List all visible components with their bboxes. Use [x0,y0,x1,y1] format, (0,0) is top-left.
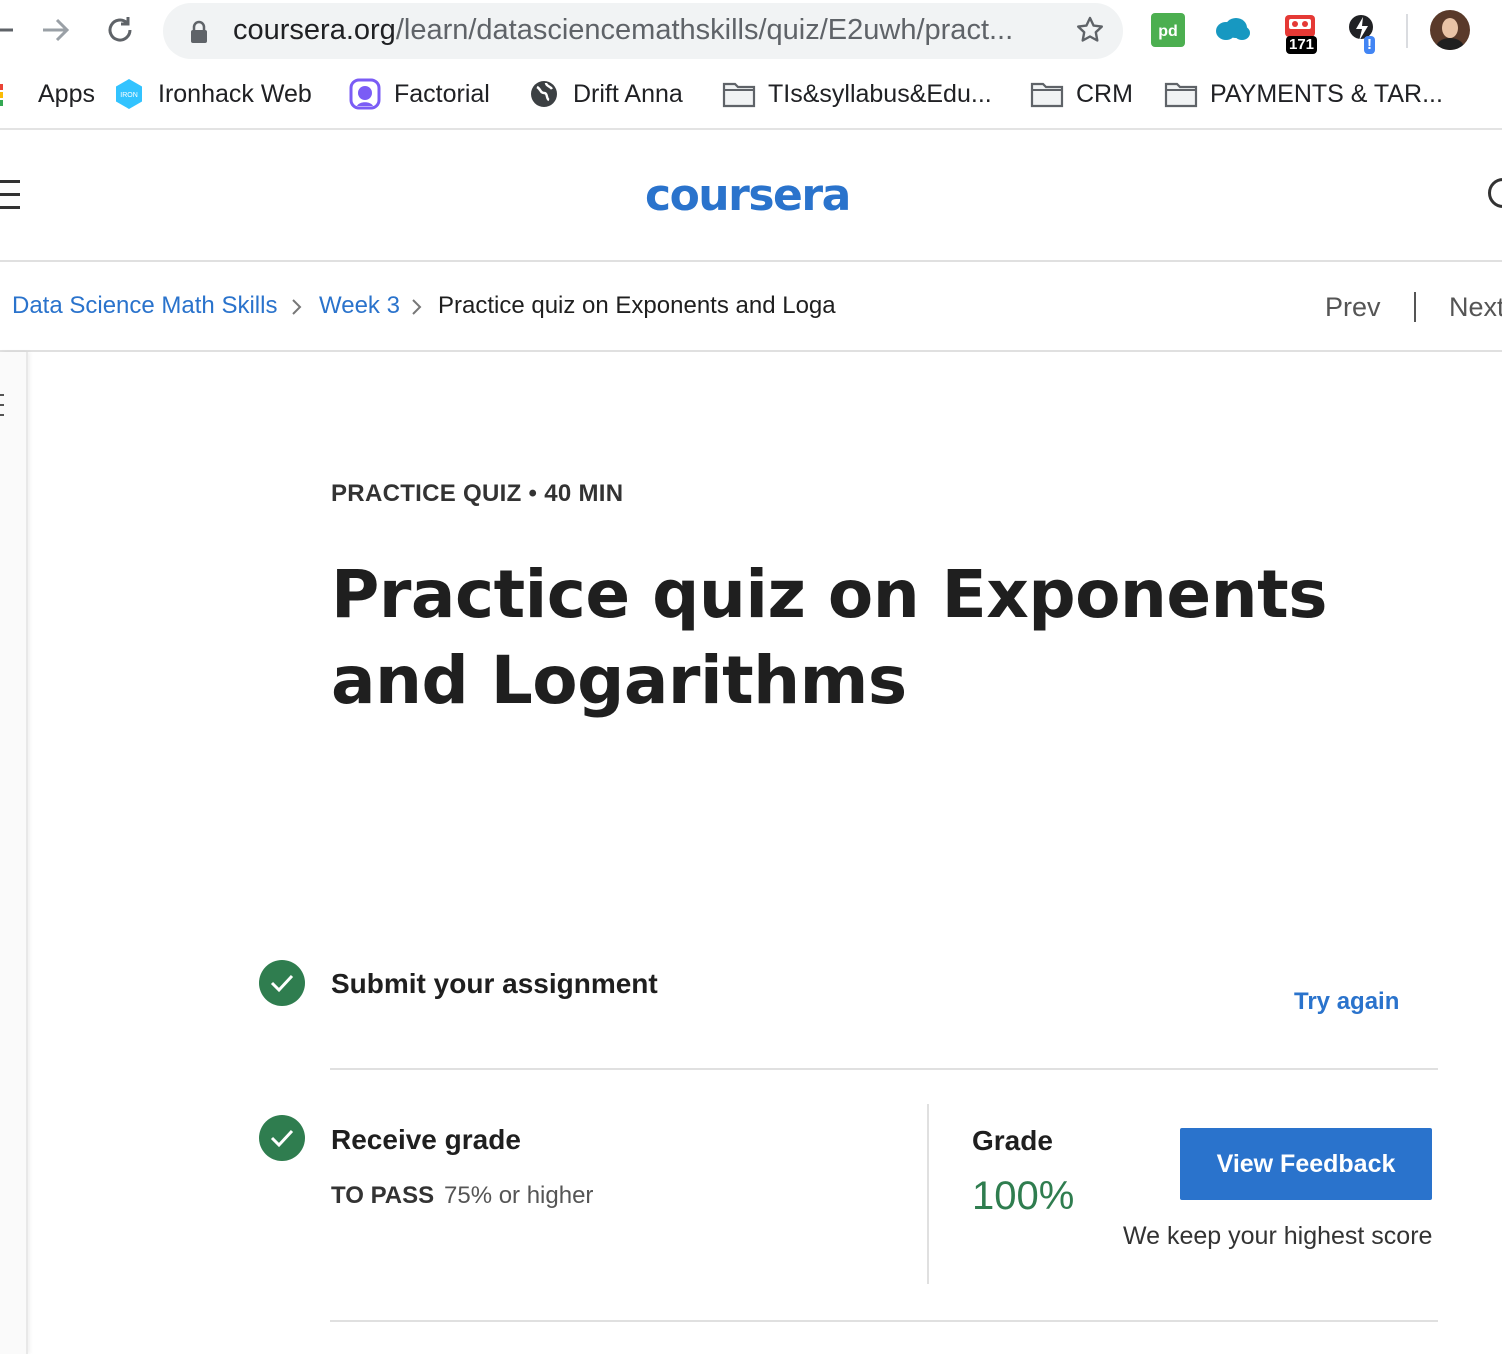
forward-arrow-icon [43,18,70,42]
side-panel-collapsed[interactable] [0,352,28,1354]
page-title: Practice quiz on Exponents and Logarithm… [331,556,1327,719]
grade-column-divider [927,1104,929,1284]
submit-step-title: Submit your assignment [331,968,658,999]
bookmark-label: Drift Anna [573,79,683,108]
grade-label: Grade [972,1125,1053,1156]
folder-icon [1164,77,1198,111]
alert-badge: ! [1364,36,1375,54]
bookmark-label: CRM [1076,79,1133,108]
bookmark-folder-crm[interactable]: CRM [1030,76,1133,112]
bookmark-ironhack-web[interactable]: IRON Ironhack Web [112,76,312,112]
next-link[interactable]: Next [1449,292,1502,323]
salesforce-cloud-icon [1216,18,1250,40]
quiz-meta: PRACTICE QUIZ • 40 MIN [331,480,624,507]
bookmark-factorial[interactable]: Factorial [348,76,490,112]
site-header: coursera [0,130,1502,260]
menu-hamburger-icon[interactable] [0,180,20,210]
bookmark-label: Factorial [394,79,490,108]
reload-button[interactable] [98,8,142,52]
svg-text:pd: pd [1158,23,1178,40]
zap-extension[interactable]: ! [1344,12,1380,54]
pandadoc-icon: pd [1151,13,1185,47]
ironhack-icon: IRON [112,77,146,111]
lock-icon [191,20,207,43]
prev-next-divider [1414,292,1416,322]
bookmark-star-icon[interactable] [1075,15,1105,45]
breadcrumb-course[interactable]: Data Science Math Skills [12,292,277,320]
url-text: coursera.org/learn/datasciencemathskills… [233,14,1043,47]
bookmark-apps[interactable]: Apps [0,76,95,112]
profile-avatar[interactable] [1430,10,1470,50]
chevron-right-icon [412,299,422,315]
browser-toolbar: coursera.org/learn/datasciencemathskills… [0,0,1502,62]
view-feedback-button[interactable]: View Feedback [1180,1128,1432,1200]
check-circle-icon [259,960,305,1006]
factorial-icon [348,77,382,111]
mail-tracker-extension[interactable]: 171 [1282,12,1318,54]
breadcrumb-week[interactable]: Week 3 [319,292,400,320]
svg-text:IRON: IRON [120,92,138,99]
section-divider [330,1320,1438,1322]
grade-step-title: Receive grade [331,1124,521,1155]
pandadoc-extension[interactable]: pd [1150,12,1186,48]
breadcrumb-current: Practice quiz on Exponents and Loga [438,292,836,319]
bookmark-folder-payments[interactable]: PAYMENTS & TAR... [1164,76,1443,112]
bookmark-label: Apps [38,79,95,108]
folder-icon [722,77,756,111]
breadcrumb: Data Science Math Skills Week 3 Practice… [0,262,1502,350]
search-icon[interactable] [1488,178,1502,208]
bookmark-drift-anna[interactable]: Drift Anna [527,76,683,112]
apps-grid-icon [0,77,26,111]
bookmark-label: TIs&syllabus&Edu... [768,79,992,108]
back-arrow-icon [0,21,13,39]
side-panel-toggle-icon[interactable] [0,394,4,418]
highest-score-note: We keep your highest score [1123,1222,1433,1250]
logo-text: coursera [645,170,850,221]
salesforce-extension[interactable] [1214,12,1250,48]
back-button[interactable] [0,8,22,52]
breadcrumb-divider [0,350,1502,352]
url-domain: coursera.org [233,14,396,46]
url-path: /learn/datasciencemathskills/quiz/E2uwh/… [395,14,1014,46]
section-divider [330,1068,1438,1070]
prev-link[interactable]: Prev [1325,292,1381,323]
chevron-right-icon [292,299,302,315]
reload-icon [108,17,132,42]
address-bar[interactable]: coursera.org/learn/datasciencemathskills… [163,3,1123,59]
check-circle-icon [259,1115,305,1161]
bookmarks-bar: Apps IRON Ironhack Web Factorial Drift A… [0,62,1502,128]
bookmark-label: PAYMENTS & TAR... [1210,79,1443,108]
bookmark-label: Ironhack Web [158,79,312,108]
folder-icon [1030,77,1064,111]
toolbar-separator [1406,14,1408,48]
try-again-link[interactable]: Try again [1294,988,1399,1016]
grade-value: 100% [972,1174,1075,1218]
to-pass-value: 75% or higher [444,1182,594,1209]
forward-button[interactable] [34,8,78,52]
globe-icon [527,77,561,111]
to-pass-label: TO PASS [331,1182,435,1209]
unread-count-badge: 171 [1286,36,1318,54]
bookmark-folder-tis-syllabus[interactable]: TIs&syllabus&Edu... [722,76,992,112]
coursera-logo[interactable]: coursera [645,166,865,231]
